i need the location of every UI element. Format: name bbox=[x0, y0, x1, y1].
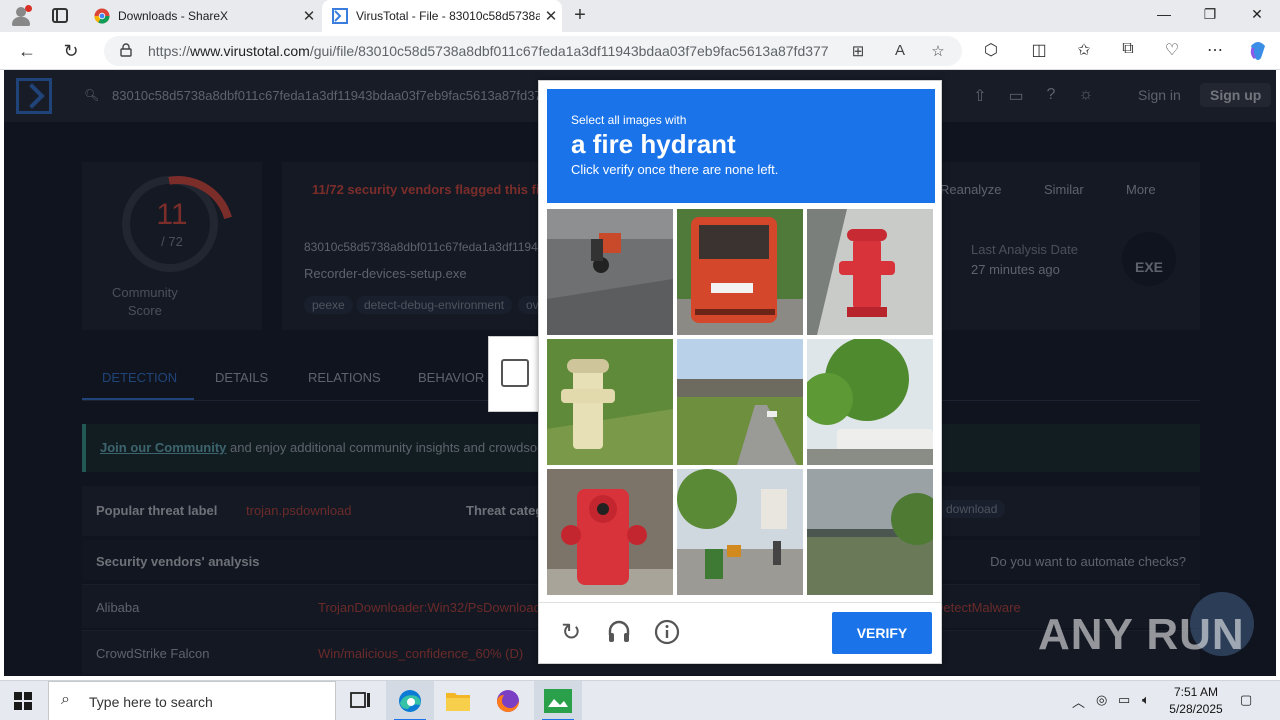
captcha-checkbox[interactable] bbox=[501, 359, 529, 387]
reload-icon[interactable]: ↻ bbox=[58, 38, 84, 64]
captcha-tile-red-hydrant[interactable] bbox=[807, 209, 933, 335]
verify-button[interactable]: VERIFY bbox=[832, 612, 932, 654]
prompt-instructions: Click verify once there are none left. bbox=[571, 162, 779, 177]
tab-title: VirusTotal - File - 83010c58d5738a8dbf01… bbox=[356, 9, 540, 23]
captcha-challenge: Select all images with a fire hydrant Cl… bbox=[538, 80, 942, 664]
sync-icon[interactable]: ◎ bbox=[1096, 692, 1107, 708]
clock-time: 7:51 AM bbox=[1173, 685, 1219, 699]
tab-downloads-sharex[interactable]: Downloads - ShareX ✕ bbox=[84, 0, 320, 32]
captcha-footer-divider bbox=[539, 602, 941, 603]
anyrun-watermark: ANY RUN bbox=[1038, 610, 1245, 659]
app-available-icon[interactable]: ⊞ bbox=[848, 42, 868, 60]
search-icon: ⌕ bbox=[61, 691, 70, 708]
taskbar-clock[interactable]: 7:51 AM 5/28/2025 bbox=[1164, 684, 1228, 718]
network-icon[interactable]: ▭ bbox=[1118, 692, 1130, 708]
back-icon[interactable]: ← bbox=[14, 38, 40, 64]
captcha-tile-yellow-hydrant[interactable] bbox=[547, 339, 673, 465]
captcha-tile-street-bins[interactable] bbox=[677, 469, 803, 595]
refresh-icon[interactable]: ↻ bbox=[557, 619, 585, 647]
url-text[interactable]: https://www.virustotal.com/gui/file/8301… bbox=[148, 43, 829, 59]
windows-taskbar: ⌕ Type here to search ︿ ◎ ▭ 🔈︎ 7:51 AM 5… bbox=[0, 680, 1280, 720]
tab-actions-icon[interactable] bbox=[52, 8, 68, 23]
audio-challenge-icon[interactable] bbox=[605, 619, 633, 647]
notifications-icon[interactable]: ▢ bbox=[1240, 692, 1252, 708]
favorites-icon[interactable]: ✩ bbox=[1072, 40, 1096, 60]
restore-icon[interactable]: ❐ bbox=[1198, 6, 1222, 23]
lock-icon[interactable] bbox=[120, 43, 132, 57]
file-explorer-icon[interactable] bbox=[434, 681, 482, 720]
captcha-tile-red-bus[interactable] bbox=[677, 209, 803, 335]
tab-title: Downloads - ShareX bbox=[118, 9, 229, 23]
favorite-star-icon[interactable]: ☆ bbox=[928, 42, 948, 60]
minimize-icon[interactable]: — bbox=[1152, 6, 1176, 22]
captcha-tile-highway-bridge[interactable] bbox=[677, 339, 803, 465]
captcha-tile-motorcycle[interactable] bbox=[547, 209, 673, 335]
sharex-taskbar-icon[interactable] bbox=[534, 681, 582, 720]
chrome-icon bbox=[94, 8, 110, 24]
taskbar-search-placeholder: Type here to search bbox=[89, 694, 213, 710]
close-tab-icon[interactable]: ✕ bbox=[540, 7, 562, 25]
profile-icon[interactable] bbox=[10, 5, 32, 27]
captcha-tile-red-hydrant-closeup[interactable] bbox=[547, 469, 673, 595]
captcha-prompt: Select all images with a fire hydrant Cl… bbox=[547, 89, 935, 203]
new-tab-icon[interactable]: + bbox=[568, 4, 592, 27]
browser-tab-bar: Downloads - ShareX ✕ VirusTotal - File -… bbox=[0, 0, 1280, 32]
virustotal-icon bbox=[332, 8, 348, 24]
taskbar-search-box[interactable]: ⌕ Type here to search bbox=[48, 681, 336, 720]
volume-icon[interactable]: 🔈︎ bbox=[1142, 692, 1150, 708]
more-menu-icon[interactable]: ⋯ bbox=[1203, 40, 1227, 60]
firefox-icon[interactable] bbox=[484, 681, 532, 720]
collections-icon[interactable]: ⧉ bbox=[1116, 40, 1140, 58]
task-view-icon[interactable] bbox=[336, 681, 384, 720]
tab-virustotal[interactable]: VirusTotal - File - 83010c58d5738a8dbf01… bbox=[322, 0, 562, 32]
close-tab-icon[interactable]: ✕ bbox=[298, 7, 320, 25]
read-aloud-icon[interactable]: A bbox=[890, 42, 910, 59]
prompt-target: a fire hydrant bbox=[571, 129, 736, 159]
browser-essentials-icon[interactable]: ♡ bbox=[1160, 40, 1184, 60]
copilot-icon[interactable] bbox=[1246, 40, 1270, 67]
split-screen-icon[interactable]: ◫ bbox=[1027, 40, 1051, 60]
captcha-checkbox-widget bbox=[488, 336, 544, 412]
show-hidden-icons[interactable]: ︿ bbox=[1072, 692, 1085, 711]
captcha-tile-trees-bus[interactable] bbox=[807, 339, 933, 465]
edge-taskbar-icon[interactable] bbox=[386, 681, 434, 720]
extensions-icon[interactable]: ⬡ bbox=[979, 40, 1003, 60]
info-icon[interactable] bbox=[653, 619, 681, 647]
windows-start-icon[interactable] bbox=[14, 692, 32, 710]
captcha-tile-bridge-river[interactable] bbox=[807, 469, 933, 595]
prompt-line-1: Select all images with bbox=[571, 113, 687, 127]
close-window-icon[interactable]: ✕ bbox=[1245, 6, 1269, 23]
clock-date: 5/28/2025 bbox=[1169, 702, 1223, 716]
address-bar[interactable]: https://www.virustotal.com/gui/file/8301… bbox=[104, 36, 962, 66]
